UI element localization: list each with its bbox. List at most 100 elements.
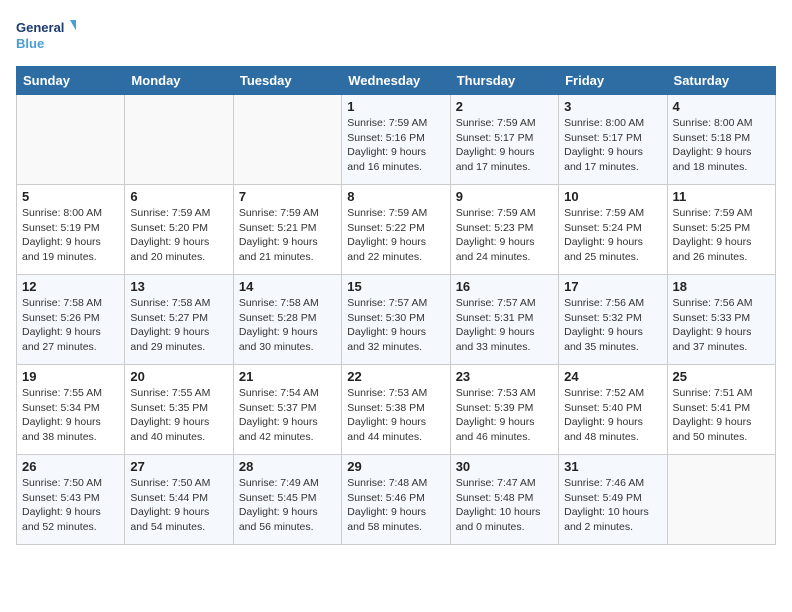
day-number: 7 (239, 189, 336, 204)
day-number: 2 (456, 99, 553, 114)
calendar-cell: 22 Sunrise: 7:53 AM Sunset: 5:38 PM Dayli… (342, 365, 450, 455)
calendar-week-1: 1 Sunrise: 7:59 AM Sunset: 5:16 PM Daylig… (17, 95, 776, 185)
calendar-cell: 29Sunrise: 7:48 AM Sunset: 5:46 PM Dayli… (342, 455, 450, 545)
day-info: Sunrise: 7:59 AM Sunset: 5:25 PM Dayligh… (673, 206, 770, 265)
day-info: Sunrise: 7:46 AM Sunset: 5:49 PM Dayligh… (564, 476, 661, 535)
day-number: 21 (239, 369, 336, 384)
calendar-cell (233, 95, 341, 185)
calendar-cell: 25 Sunrise: 7:51 AM Sunset: 5:41 PM Dayli… (667, 365, 775, 455)
day-info: Sunrise: 7:58 AM Sunset: 5:28 PM Dayligh… (239, 296, 336, 355)
weekday-header-tuesday: Tuesday (233, 67, 341, 95)
day-number: 23 (456, 369, 553, 384)
day-info: Sunrise: 7:50 AM Sunset: 5:43 PM Dayligh… (22, 476, 119, 535)
calendar-cell: 30 Sunrise: 7:47 AM Sunset: 5:48 PM Dayli… (450, 455, 558, 545)
weekday-header-monday: Monday (125, 67, 233, 95)
day-info: Sunrise: 7:55 AM Sunset: 5:34 PM Dayligh… (22, 386, 119, 445)
calendar-cell: 18Sunrise: 7:56 AM Sunset: 5:33 PM Dayli… (667, 275, 775, 365)
day-number: 20 (130, 369, 227, 384)
day-info: Sunrise: 7:59 AM Sunset: 5:16 PM Dayligh… (347, 116, 444, 175)
day-number: 15 (347, 279, 444, 294)
day-info: Sunrise: 7:49 AM Sunset: 5:45 PM Dayligh… (239, 476, 336, 535)
day-info: Sunrise: 7:48 AM Sunset: 5:46 PM Dayligh… (347, 476, 444, 535)
calendar-cell: 9Sunrise: 7:59 AM Sunset: 5:23 PM Daylig… (450, 185, 558, 275)
svg-text:General: General (16, 20, 64, 35)
calendar-cell: 7 Sunrise: 7:59 AM Sunset: 5:21 PM Daylig… (233, 185, 341, 275)
day-number: 11 (673, 189, 770, 204)
calendar-body: 1 Sunrise: 7:59 AM Sunset: 5:16 PM Daylig… (17, 95, 776, 545)
day-number: 8 (347, 189, 444, 204)
calendar-cell: 1 Sunrise: 7:59 AM Sunset: 5:16 PM Daylig… (342, 95, 450, 185)
calendar-cell: 8 Sunrise: 7:59 AM Sunset: 5:22 PM Daylig… (342, 185, 450, 275)
calendar-cell: 16 Sunrise: 7:57 AM Sunset: 5:31 PM Dayli… (450, 275, 558, 365)
day-info: Sunrise: 7:50 AM Sunset: 5:44 PM Dayligh… (130, 476, 227, 535)
day-number: 31 (564, 459, 661, 474)
day-number: 30 (456, 459, 553, 474)
day-info: Sunrise: 7:59 AM Sunset: 5:21 PM Dayligh… (239, 206, 336, 265)
day-info: Sunrise: 7:47 AM Sunset: 5:48 PM Dayligh… (456, 476, 553, 535)
calendar-cell: 2 Sunrise: 7:59 AM Sunset: 5:17 PM Daylig… (450, 95, 558, 185)
weekday-header-sunday: Sunday (17, 67, 125, 95)
calendar-cell: 10Sunrise: 7:59 AM Sunset: 5:24 PM Dayli… (559, 185, 667, 275)
svg-text:Blue: Blue (16, 36, 44, 51)
day-number: 24 (564, 369, 661, 384)
day-info: Sunrise: 7:52 AM Sunset: 5:40 PM Dayligh… (564, 386, 661, 445)
day-info: Sunrise: 7:56 AM Sunset: 5:33 PM Dayligh… (673, 296, 770, 355)
day-number: 16 (456, 279, 553, 294)
calendar-week-4: 19 Sunrise: 7:55 AM Sunset: 5:34 PM Dayli… (17, 365, 776, 455)
calendar-cell: 26 Sunrise: 7:50 AM Sunset: 5:43 PM Dayli… (17, 455, 125, 545)
weekday-header-row: SundayMondayTuesdayWednesdayThursdayFrid… (17, 67, 776, 95)
calendar-week-5: 26 Sunrise: 7:50 AM Sunset: 5:43 PM Dayli… (17, 455, 776, 545)
day-number: 17 (564, 279, 661, 294)
weekday-header-wednesday: Wednesday (342, 67, 450, 95)
calendar-cell: 20Sunrise: 7:55 AM Sunset: 5:35 PM Dayli… (125, 365, 233, 455)
day-info: Sunrise: 7:59 AM Sunset: 5:23 PM Dayligh… (456, 206, 553, 265)
day-number: 19 (22, 369, 119, 384)
day-number: 26 (22, 459, 119, 474)
calendar-cell (125, 95, 233, 185)
page-header: General Blue (16, 16, 776, 56)
calendar-week-2: 5 Sunrise: 8:00 AM Sunset: 5:19 PM Daylig… (17, 185, 776, 275)
day-number: 22 (347, 369, 444, 384)
day-info: Sunrise: 7:54 AM Sunset: 5:37 PM Dayligh… (239, 386, 336, 445)
day-info: Sunrise: 7:57 AM Sunset: 5:30 PM Dayligh… (347, 296, 444, 355)
day-number: 12 (22, 279, 119, 294)
day-info: Sunrise: 7:57 AM Sunset: 5:31 PM Dayligh… (456, 296, 553, 355)
day-number: 4 (673, 99, 770, 114)
calendar-cell: 17 Sunrise: 7:56 AM Sunset: 5:32 PM Dayli… (559, 275, 667, 365)
calendar-cell: 13 Sunrise: 7:58 AM Sunset: 5:27 PM Dayli… (125, 275, 233, 365)
day-info: Sunrise: 7:58 AM Sunset: 5:27 PM Dayligh… (130, 296, 227, 355)
day-info: Sunrise: 7:59 AM Sunset: 5:20 PM Dayligh… (130, 206, 227, 265)
day-info: Sunrise: 7:58 AM Sunset: 5:26 PM Dayligh… (22, 296, 119, 355)
day-info: Sunrise: 8:00 AM Sunset: 5:18 PM Dayligh… (673, 116, 770, 175)
day-number: 25 (673, 369, 770, 384)
day-number: 13 (130, 279, 227, 294)
day-info: Sunrise: 7:59 AM Sunset: 5:22 PM Dayligh… (347, 206, 444, 265)
weekday-header-saturday: Saturday (667, 67, 775, 95)
calendar-table: SundayMondayTuesdayWednesdayThursdayFrid… (16, 66, 776, 545)
day-number: 10 (564, 189, 661, 204)
calendar-cell: 21 Sunrise: 7:54 AM Sunset: 5:37 PM Dayli… (233, 365, 341, 455)
day-info: Sunrise: 7:53 AM Sunset: 5:38 PM Dayligh… (347, 386, 444, 445)
calendar-cell: 5 Sunrise: 8:00 AM Sunset: 5:19 PM Daylig… (17, 185, 125, 275)
calendar-cell: 14Sunrise: 7:58 AM Sunset: 5:28 PM Dayli… (233, 275, 341, 365)
day-info: Sunrise: 7:56 AM Sunset: 5:32 PM Dayligh… (564, 296, 661, 355)
day-info: Sunrise: 7:59 AM Sunset: 5:17 PM Dayligh… (456, 116, 553, 175)
day-number: 27 (130, 459, 227, 474)
calendar-cell: 27 Sunrise: 7:50 AM Sunset: 5:44 PM Dayli… (125, 455, 233, 545)
calendar-cell: 3 Sunrise: 8:00 AM Sunset: 5:17 PM Daylig… (559, 95, 667, 185)
day-number: 3 (564, 99, 661, 114)
calendar-cell: 12 Sunrise: 7:58 AM Sunset: 5:26 PM Dayli… (17, 275, 125, 365)
logo: General Blue (16, 16, 76, 56)
calendar-cell: 4 Sunrise: 8:00 AM Sunset: 5:18 PM Daylig… (667, 95, 775, 185)
day-info: Sunrise: 8:00 AM Sunset: 5:19 PM Dayligh… (22, 206, 119, 265)
calendar-cell: 19 Sunrise: 7:55 AM Sunset: 5:34 PM Dayli… (17, 365, 125, 455)
day-info: Sunrise: 7:51 AM Sunset: 5:41 PM Dayligh… (673, 386, 770, 445)
calendar-cell: 11 Sunrise: 7:59 AM Sunset: 5:25 PM Dayli… (667, 185, 775, 275)
day-number: 1 (347, 99, 444, 114)
calendar-cell: 23 Sunrise: 7:53 AM Sunset: 5:39 PM Dayli… (450, 365, 558, 455)
day-info: Sunrise: 7:53 AM Sunset: 5:39 PM Dayligh… (456, 386, 553, 445)
day-number: 5 (22, 189, 119, 204)
calendar-cell: 24 Sunrise: 7:52 AM Sunset: 5:40 PM Dayli… (559, 365, 667, 455)
logo-svg: General Blue (16, 16, 76, 56)
day-info: Sunrise: 8:00 AM Sunset: 5:17 PM Dayligh… (564, 116, 661, 175)
